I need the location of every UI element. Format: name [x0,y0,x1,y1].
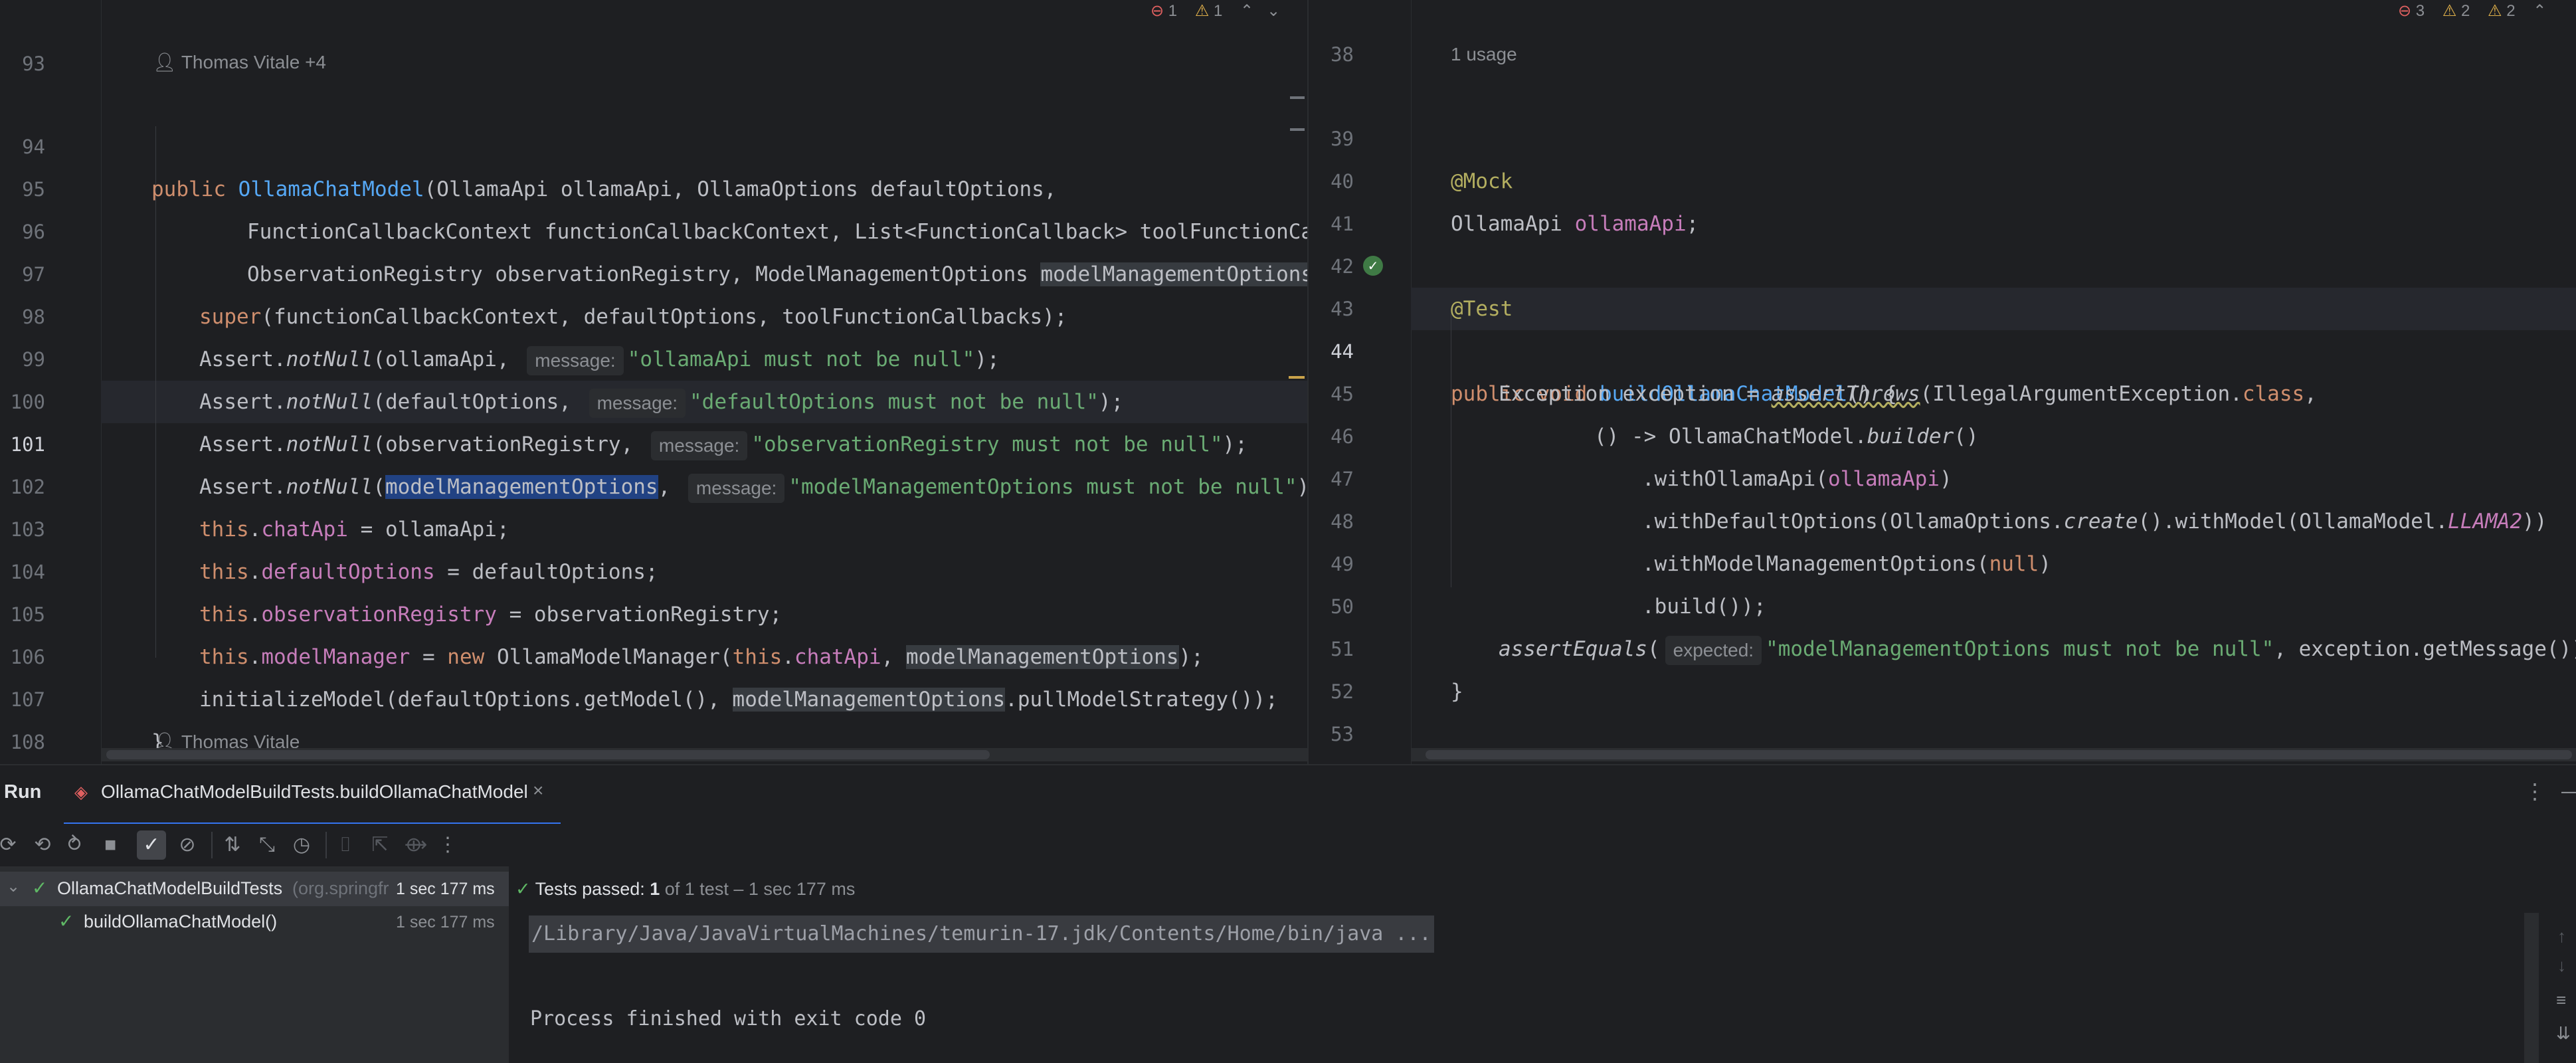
import-icon[interactable]: ⟴ [401,830,430,860]
code-line[interactable]: 53 [1309,670,2576,745]
run-body: ⌄ ✓ OllamaChatModelBuildTests (org.sprin… [0,866,2576,1063]
collapse-all-icon[interactable]: ⤡ [252,830,282,860]
code-line[interactable]: 102 this.chatApi = ollamaApi; [0,423,1307,541]
code-line[interactable]: 97 super(functionCallbackContext, defaul… [0,211,1307,329]
test-status: ✓ Tests passed: 1 of 1 test – 1 sec 177 … [515,872,855,906]
line-number: 93 [22,52,45,75]
code-line[interactable]: 105 this.modelManager = new OllamaModelM… [0,551,1307,669]
console-command-line[interactable]: /Library/Java/JavaVirtualMachines/temuri… [529,916,1434,953]
show-ignored-icon[interactable]: ⊘ [173,830,202,860]
toolbar-separator [211,832,213,858]
console-vertical-scrollbar[interactable] [2524,913,2539,1063]
horizontal-scrollbar-thumb[interactable] [106,750,990,759]
test-suite-time: 1 sec 177 ms [396,880,495,898]
camera-icon[interactable]: ⌷ [331,830,360,860]
code-line[interactable]: 48 .withModelManagementOptions(null) [1309,458,2576,576]
run-tab-label: OllamaChatModelBuildTests.buildOllamaCha… [101,781,528,802]
minimize-icon[interactable]: — [2561,779,2576,803]
test-time: 1 sec 177 ms [396,913,495,931]
soft-wrap-icon[interactable]: ≡ [2556,990,2566,1011]
status-suffix: of 1 test – 1 sec 177 ms [660,879,856,899]
code-line[interactable]: 50 assertEquals(expected: "modelManagemen… [1309,543,2576,665]
rerun-failed-icon[interactable]: ⟲ [28,830,57,860]
horizontal-scrollbar-thumb[interactable] [1426,750,2572,759]
run-title: Run [4,781,42,803]
passed-check-icon: ✓ [58,911,74,931]
line-number: 54 [1309,755,1354,764]
code-line[interactable]: 39 @Mock [1309,75,2576,193]
more-options-icon[interactable]: ⋮ [2524,779,2545,804]
code-line[interactable]: 52 [1309,628,2576,703]
left-editor[interactable]: ⊖ 1 ⚠ 1 ⌃ ⌄ 93 👤︎ Thomas Vitale +4 94 pu… [0,0,1307,764]
test-tree-row[interactable]: ✓ buildOllamaChatModel() 1 sec 177 ms [0,906,509,941]
arrow-down-icon[interactable]: ↓ [2557,955,2566,976]
code-line[interactable]: 99 Assert.notNull(defaultOptions, messag… [0,296,1307,418]
code-line[interactable]: 95 FunctionCallbackContext functionCallb… [0,126,1307,244]
author-hint[interactable]: 👤︎ Thomas Vitale +4 [153,41,326,84]
code-line[interactable]: 98 Assert.notNull(ollamaApi, message: "ol… [0,253,1307,375]
code-line[interactable]: 107 } [0,636,1307,754]
run-test-passed-icon[interactable]: ✓ [1363,256,1383,276]
line-number: 108 [10,731,45,753]
code-line-current[interactable]: 44 Exception exception = assertThrows(Il… [1309,288,2576,406]
toggle-auto-test-icon[interactable]: ⥁ [60,830,89,860]
rerun-icon[interactable]: ⟳ [0,830,23,860]
close-tab-icon[interactable]: × [533,780,543,801]
line-number: 38 [1331,43,1354,66]
code-line[interactable]: 96 ObservationRegistry observationRegist… [0,168,1307,286]
history-icon[interactable]: ◷ [287,830,316,860]
scrollbar-thumb-vertical[interactable] [1290,96,1305,131]
code-line[interactable]: 45 () -> OllamaChatModel.builder() [1309,330,2576,448]
code-line[interactable]: 43 ✓ public void buildOllamaChatModel() … [1309,245,2576,406]
passed-check-icon: ✓ [32,878,48,898]
code-line[interactable]: 104 this.observationRegistry = observati… [0,508,1307,627]
chevron-down-icon[interactable]: ⌄ [7,877,20,896]
code-line[interactable]: 103 this.defaultOptions = defaultOptions… [0,466,1307,584]
code-line[interactable]: 106 initializeModel(defaultOptions.getMo… [0,593,1307,712]
run-tab[interactable]: ◈ OllamaChatModelBuildTests.buildOllamaC… [64,765,561,826]
status-count: 1 [650,879,660,899]
code-line[interactable]: 40 OllamaApi ollamaApi; [1309,118,2576,236]
run-tool-window-header: Run ◈ OllamaChatModelBuildTests.buildOll… [0,764,2576,826]
usage-hint[interactable]: 1 usage [1451,33,1517,76]
test-suite-package: (org.springfr [292,878,389,898]
export-icon[interactable]: ⇱ [365,830,395,860]
passed-check-icon: ✓ [515,879,531,899]
test-suite-name: OllamaChatModelBuildTests [57,878,283,898]
code-line[interactable]: 49 .build()); [1309,500,2576,619]
code-line[interactable]: 51 } [1309,585,2576,704]
more-icon[interactable]: ⋮ [433,830,462,860]
code-line[interactable]: 108 [0,678,1307,753]
stop-icon[interactable]: ■ [96,830,125,860]
run-toolbar: ⟳ ⟲ ⥁ ■ ✓ ⊘ ⇅ ⤡ ◷ ⌷ ⇱ ⟴ ⋮ [0,824,2576,866]
code-line[interactable]: 93 [0,0,1307,75]
test-name: buildOllamaChatModel() [84,912,278,931]
toolbar-separator [325,832,327,858]
author-text: Thomas Vitale +4 [181,52,326,72]
code-line[interactable]: 42 @Test [1309,203,2576,321]
arrow-up-icon[interactable]: ↑ [2557,926,2566,947]
code-line-current[interactable]: 101 Assert.notNull(modelManagementOption… [0,381,1307,503]
sort-icon[interactable]: ⇅ [218,830,247,860]
test-tree-row-suite[interactable]: ⌄ ✓ OllamaChatModelBuildTests (org.sprin… [0,872,509,906]
code-line[interactable]: 47 .withDefaultOptions(OllamaOptions.cre… [1309,415,2576,533]
code-line[interactable]: 38 [1309,0,2576,66]
console-exit-message: Process finished with exit code 0 [530,1007,927,1030]
scroll-marker [1289,376,1305,379]
code-line[interactable]: 94 public OllamaChatModel(OllamaApi olla… [0,83,1307,201]
test-class-icon: ◈ [74,782,88,802]
code-line[interactable]: 41 [1309,160,2576,235]
console-output[interactable]: ✓ Tests passed: 1 of 1 test – 1 sec 177 … [510,866,2576,1063]
status-prefix: Tests passed: [535,879,650,899]
show-passed-icon[interactable]: ✓ [137,830,166,860]
scroll-to-end-icon[interactable]: ⇊ [2556,1023,2571,1044]
code-line[interactable]: 100 Assert.notNull(observationRegistry, … [0,338,1307,460]
code-line[interactable]: 46 .withOllamaApi(ollamaApi) [1309,373,2576,491]
test-tree[interactable]: ⌄ ✓ OllamaChatModelBuildTests (org.sprin… [0,866,509,1063]
right-editor[interactable]: ⊖ 3 ⚠ 2 ⚠ 2 ⌃ 38 1 usage 39 @Mock 40 Oll… [1309,0,2576,764]
person-icon: 👤︎ [153,52,177,72]
